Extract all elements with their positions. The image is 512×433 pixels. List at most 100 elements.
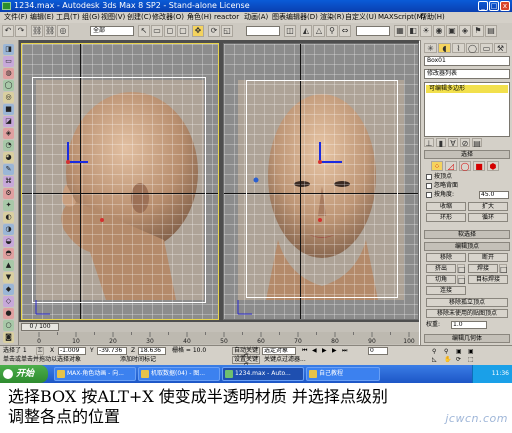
element-level-icon[interactable]: ⬢ bbox=[487, 161, 499, 171]
by-vertex-checkbox[interactable] bbox=[426, 174, 432, 180]
align-button[interactable]: △ bbox=[313, 25, 325, 37]
tool-icon-14[interactable]: ✦ bbox=[3, 200, 14, 211]
connect-button[interactable]: 连接 bbox=[426, 286, 466, 295]
render-type-button[interactable]: ◈ bbox=[459, 25, 471, 37]
play-icon[interactable]: ▶ bbox=[322, 347, 327, 355]
frame-indicator[interactable]: 0 / 100 bbox=[21, 323, 59, 331]
scale-icon[interactable]: ◱ bbox=[221, 25, 233, 37]
extrude-settings-icon[interactable]: □ bbox=[457, 264, 466, 274]
previous-frame-icon[interactable]: ◀ bbox=[312, 347, 317, 355]
menu-help[interactable]: 帮助(H) bbox=[420, 12, 445, 23]
gizmo-side[interactable] bbox=[22, 44, 218, 319]
task-max-character-animation[interactable]: MAX-角色动画 - 向... bbox=[54, 367, 136, 381]
tool-icon-25[interactable]: ◙ bbox=[3, 332, 14, 343]
track-bar[interactable]: 0 10 20 30 40 50 60 70 80 90 100 bbox=[19, 332, 419, 344]
extrude-button[interactable]: 挤出 bbox=[426, 264, 456, 273]
zoom-extents-icon[interactable]: ▣ bbox=[456, 348, 462, 356]
tool-icon-7[interactable]: ◪ bbox=[3, 116, 14, 127]
close-button[interactable]: x bbox=[500, 1, 510, 11]
tool-icon-23[interactable]: ● bbox=[3, 308, 14, 319]
tool-icon-11[interactable]: ✎ bbox=[3, 164, 14, 175]
pin-stack-icon[interactable]: ⊥ bbox=[424, 138, 434, 148]
key-filters-button[interactable]: 关键点过滤器... bbox=[264, 356, 306, 364]
motion-tab-icon[interactable]: ◯ bbox=[466, 43, 479, 53]
angle-spinner[interactable]: 45.0 bbox=[479, 191, 509, 199]
mirror-button[interactable]: ◭ bbox=[300, 25, 312, 37]
menu-create[interactable]: 创建(C) bbox=[127, 12, 151, 23]
rollout-edit-geometry[interactable]: 编辑几何体 bbox=[424, 334, 510, 343]
tool-icon-8[interactable]: ◈ bbox=[3, 128, 14, 139]
menu-customize[interactable]: 自定义(U) bbox=[345, 12, 377, 23]
hierarchy-tab-icon[interactable]: ⌇ bbox=[452, 43, 465, 53]
menu-file[interactable]: 文件(F) bbox=[4, 12, 28, 23]
vertex-level-icon[interactable]: ⁘ bbox=[431, 161, 443, 171]
undo-button[interactable]: ↶ bbox=[2, 25, 14, 37]
curve-editor-button[interactable]: ▦ bbox=[394, 25, 406, 37]
current-frame-field[interactable]: 0 bbox=[368, 347, 388, 355]
menu-reactor[interactable]: reactor bbox=[214, 12, 239, 23]
weld-button[interactable]: 焊接 bbox=[468, 264, 498, 273]
task-3dsmax[interactable]: 1234.max - Auto... bbox=[222, 367, 304, 381]
bind-space-warp-button[interactable]: ◎ bbox=[57, 25, 69, 37]
select-by-name-button[interactable]: ▭ bbox=[151, 25, 163, 37]
reference-coordinate-dropdown[interactable] bbox=[246, 26, 280, 36]
menu-character[interactable]: 角色(H) bbox=[187, 12, 212, 23]
tool-icon-19[interactable]: ▲ bbox=[3, 260, 14, 271]
menu-graph-editors[interactable]: 图表编辑器(D) bbox=[272, 12, 318, 23]
object-name-field[interactable]: Box01 bbox=[424, 56, 510, 66]
schematic-view-button[interactable]: ◧ bbox=[407, 25, 419, 37]
gizmo-front[interactable] bbox=[224, 44, 418, 319]
task-own-tutorial[interactable]: 自己教程 bbox=[306, 367, 380, 381]
show-end-result-icon[interactable]: ▮ bbox=[436, 138, 446, 148]
menu-maxscript[interactable]: MAXScript(M) bbox=[378, 12, 425, 23]
tool-icon-20[interactable]: ▼ bbox=[3, 272, 14, 283]
by-angle-checkbox[interactable] bbox=[426, 192, 432, 198]
tool-icon-22[interactable]: ◇ bbox=[3, 296, 14, 307]
redo-button[interactable]: ↷ bbox=[15, 25, 27, 37]
z-coordinate-field[interactable]: 18.636 bbox=[138, 347, 166, 355]
tool-icon-13[interactable]: ⚙ bbox=[3, 188, 14, 199]
menu-rendering[interactable]: 渲染(R) bbox=[320, 12, 344, 23]
ring-button[interactable]: 环形 bbox=[426, 213, 466, 222]
render-scene-button[interactable]: ◉ bbox=[433, 25, 445, 37]
menu-tools[interactable]: 工具(T) bbox=[56, 12, 80, 23]
go-to-end-icon[interactable]: ⏭ bbox=[342, 347, 347, 355]
rollout-selection[interactable]: 选择 bbox=[424, 150, 510, 159]
tool-icon-17[interactable]: ◒ bbox=[3, 236, 14, 247]
add-time-tag[interactable]: 添加时间标记 bbox=[120, 356, 156, 364]
remove-unused-map-vertices-button[interactable]: 移除未使用的贴图顶点 bbox=[426, 309, 508, 318]
zoom-extents-all-icon[interactable]: ▣ bbox=[468, 348, 474, 356]
modifier-list-dropdown[interactable]: 修改器列表 bbox=[424, 69, 510, 79]
x-coordinate-field[interactable]: -1.009 bbox=[58, 347, 86, 355]
tool-icon-10[interactable]: ◕ bbox=[3, 152, 14, 163]
configure-sets-icon[interactable]: ▤ bbox=[472, 138, 482, 148]
quick-render-button[interactable]: ▣ bbox=[446, 25, 458, 37]
maximize-button[interactable]: □ bbox=[489, 1, 499, 11]
tool-icon-21[interactable]: ◆ bbox=[3, 284, 14, 295]
angle-snap-button[interactable]: ⇔ bbox=[339, 25, 351, 37]
tool-icon-24[interactable]: ○ bbox=[3, 320, 14, 331]
select-and-move-button[interactable]: ✥ bbox=[192, 25, 204, 37]
modifier-stack[interactable]: 可编辑多边形 bbox=[424, 82, 510, 137]
orbit-icon[interactable]: ⟳ bbox=[456, 356, 461, 364]
display-tab-icon[interactable]: ▭ bbox=[480, 43, 493, 53]
link-button[interactable]: ⛓ bbox=[31, 25, 43, 37]
menu-animation[interactable]: 动画(A) bbox=[244, 12, 268, 23]
break-button[interactable]: 断开 bbox=[468, 253, 508, 262]
zoom-all-icon[interactable]: ⚲ bbox=[444, 348, 448, 356]
set-key-button[interactable]: 设置关键点 bbox=[232, 356, 260, 369]
tool-icon-1[interactable]: ◨ bbox=[3, 44, 14, 55]
make-unique-icon[interactable]: ∀ bbox=[448, 138, 458, 148]
edge-level-icon[interactable]: ◿ bbox=[445, 161, 457, 171]
tool-icon-4[interactable]: ◯ bbox=[3, 80, 14, 91]
start-button[interactable]: 开始 bbox=[0, 365, 48, 383]
window-crossing-button[interactable]: ▢ bbox=[177, 25, 189, 37]
task-data-capture[interactable]: 机取数据(04) - 图... bbox=[138, 367, 220, 381]
utilities-tab-icon[interactable]: ⚒ bbox=[494, 43, 507, 53]
tool-icon-12[interactable]: ⌘ bbox=[3, 176, 14, 187]
tool-icon-18[interactable]: ◓ bbox=[3, 248, 14, 259]
minimize-button[interactable]: _ bbox=[478, 1, 488, 11]
named-selection-field[interactable] bbox=[356, 26, 390, 36]
select-object-button[interactable]: ↖ bbox=[138, 25, 150, 37]
lock-selection-icon[interactable]: ⚿ bbox=[36, 347, 44, 355]
